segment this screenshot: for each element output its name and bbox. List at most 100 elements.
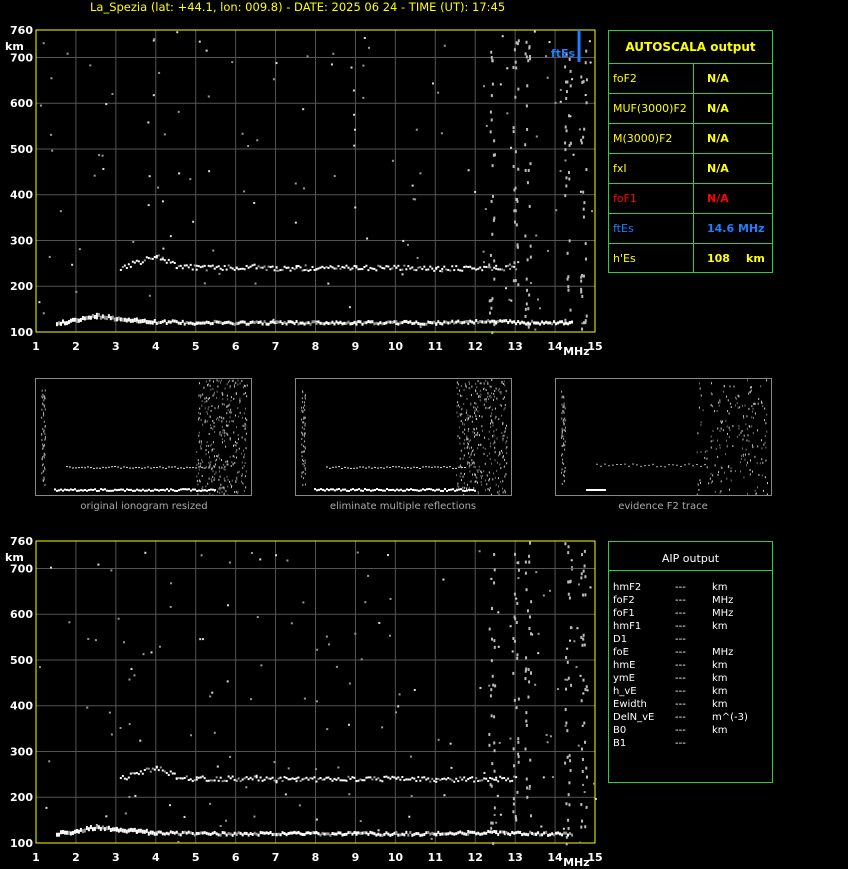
noise-point — [570, 559, 573, 562]
thumb-noise — [241, 380, 243, 383]
trace-point — [337, 321, 340, 325]
noise-point — [493, 806, 496, 810]
thumb-noise — [210, 409, 212, 412]
thumb-trace — [402, 489, 404, 492]
trace-point — [451, 319, 454, 323]
aip-value: --- — [675, 673, 686, 684]
trace-point — [261, 831, 264, 835]
thumb-noise — [212, 387, 214, 390]
trace-point — [107, 314, 110, 319]
thumb-noise — [456, 405, 458, 408]
trace-point — [111, 315, 114, 320]
trace-point — [249, 321, 252, 325]
thumb-noise — [467, 452, 469, 455]
trace-point — [525, 832, 528, 836]
trace-point — [237, 321, 240, 325]
trace-point — [87, 315, 90, 320]
noise-point — [509, 737, 512, 740]
noise-point — [572, 153, 575, 156]
trace-point — [319, 833, 322, 837]
thumb-noise — [233, 397, 235, 400]
trace-point — [177, 777, 180, 780]
trace-point — [151, 830, 154, 835]
thumb-noise — [227, 478, 229, 481]
thumb-noise — [217, 490, 219, 493]
thumb-noise — [719, 491, 721, 494]
trace-point — [547, 833, 550, 837]
thumb-noise — [496, 437, 498, 440]
noise-point — [512, 797, 515, 801]
thumb-noise — [493, 440, 495, 443]
trace-point — [263, 778, 266, 781]
trace-point — [183, 777, 186, 780]
thumb-noise — [302, 445, 304, 448]
noise-point — [368, 46, 371, 49]
trace-point — [309, 777, 312, 780]
thumb-noise — [235, 490, 237, 493]
thumb-noise — [44, 395, 46, 398]
noise-point — [571, 568, 574, 571]
thumb-trace — [368, 466, 370, 468]
thumb-noise — [241, 416, 243, 419]
thumb-noise — [236, 476, 238, 479]
trace-point — [425, 831, 428, 835]
trace-point — [167, 773, 170, 776]
noise-point — [526, 84, 529, 88]
thumb-noise — [245, 470, 247, 473]
thumb-noise — [219, 470, 221, 473]
trace-point — [233, 268, 236, 271]
noise-point — [565, 687, 568, 691]
noise-point — [491, 232, 494, 236]
trace-point — [403, 833, 406, 837]
autoscala-value: N/A — [707, 132, 729, 145]
thumb-trace — [396, 488, 398, 491]
x-tick-label: 13 — [507, 340, 522, 353]
thumb-noise — [44, 483, 46, 486]
trace-point — [469, 265, 472, 268]
thumb-noise — [43, 456, 45, 459]
thumb-noise — [495, 428, 497, 431]
thumb-trace — [341, 467, 343, 469]
trace-point — [223, 321, 226, 325]
trace-point — [507, 777, 510, 780]
noise-point — [493, 814, 496, 817]
trace-point — [497, 268, 500, 271]
noise-point — [490, 826, 493, 830]
thumb-noise — [464, 439, 466, 442]
trace-point — [445, 832, 448, 836]
noise-point — [86, 706, 89, 709]
trace-point — [451, 265, 454, 268]
thumb-noise — [232, 455, 234, 458]
noise-point — [566, 647, 569, 650]
thumb-trace — [464, 467, 466, 469]
noise-point — [517, 39, 520, 43]
thumb-noise — [233, 383, 235, 386]
thumb-trace — [413, 466, 415, 468]
thumb-noise — [488, 479, 490, 482]
thumbnail-original — [35, 378, 252, 497]
trace-point — [185, 264, 188, 267]
thumb-trace — [56, 489, 58, 492]
trace-point — [141, 261, 144, 264]
noise-point — [306, 55, 309, 58]
thumb-noise — [200, 418, 202, 421]
trace-point — [243, 268, 246, 271]
trace-point — [335, 320, 338, 324]
x-tick-label: 11 — [428, 340, 443, 353]
autoscala-label: h'Es — [613, 252, 636, 265]
thumb-noise — [475, 390, 477, 393]
trace-point — [489, 776, 492, 779]
thumb-noise — [242, 424, 244, 427]
thumb-noise — [304, 404, 306, 407]
thumb-trace — [142, 488, 144, 491]
autoscala-row: M(3000)F2 N/A — [609, 123, 772, 153]
thumb-trace — [602, 489, 604, 491]
trace-point — [451, 779, 454, 782]
trace-point — [447, 268, 450, 271]
trace-point — [249, 776, 252, 779]
noise-point — [253, 201, 256, 204]
noise-point — [147, 204, 150, 207]
noise-point — [559, 100, 562, 103]
noise-point — [512, 126, 515, 130]
noise-point — [48, 760, 51, 763]
